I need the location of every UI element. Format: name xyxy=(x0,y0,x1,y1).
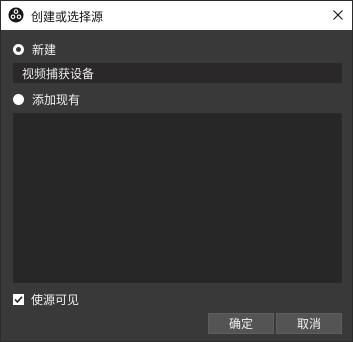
make-visible-label: 使源可见 xyxy=(31,292,80,307)
close-icon xyxy=(333,9,343,23)
add-existing-radio[interactable]: 添加现有 xyxy=(13,91,80,107)
cancel-button[interactable]: 取消 xyxy=(276,313,342,334)
create-select-source-dialog: 创建或选择源 新建 添加现有 使源可见 确定 取消 xyxy=(0,0,353,342)
obs-logo-icon xyxy=(8,7,24,23)
close-button[interactable] xyxy=(324,1,352,30)
title-bar: 创建或选择源 xyxy=(1,1,352,30)
make-visible-checkbox-row[interactable]: 使源可见 xyxy=(13,291,79,307)
source-name-input[interactable] xyxy=(13,63,342,83)
create-new-label: 新建 xyxy=(32,42,57,57)
add-existing-label: 添加现有 xyxy=(32,92,81,107)
checkbox-checked-icon[interactable] xyxy=(13,293,24,305)
radio-unchecked-icon[interactable] xyxy=(13,93,24,105)
existing-sources-list[interactable] xyxy=(13,113,342,283)
ok-button[interactable]: 确定 xyxy=(208,313,274,334)
window-title: 创建或选择源 xyxy=(31,10,104,24)
radio-checked-icon[interactable] xyxy=(13,43,24,55)
create-new-radio[interactable]: 新建 xyxy=(13,41,56,57)
